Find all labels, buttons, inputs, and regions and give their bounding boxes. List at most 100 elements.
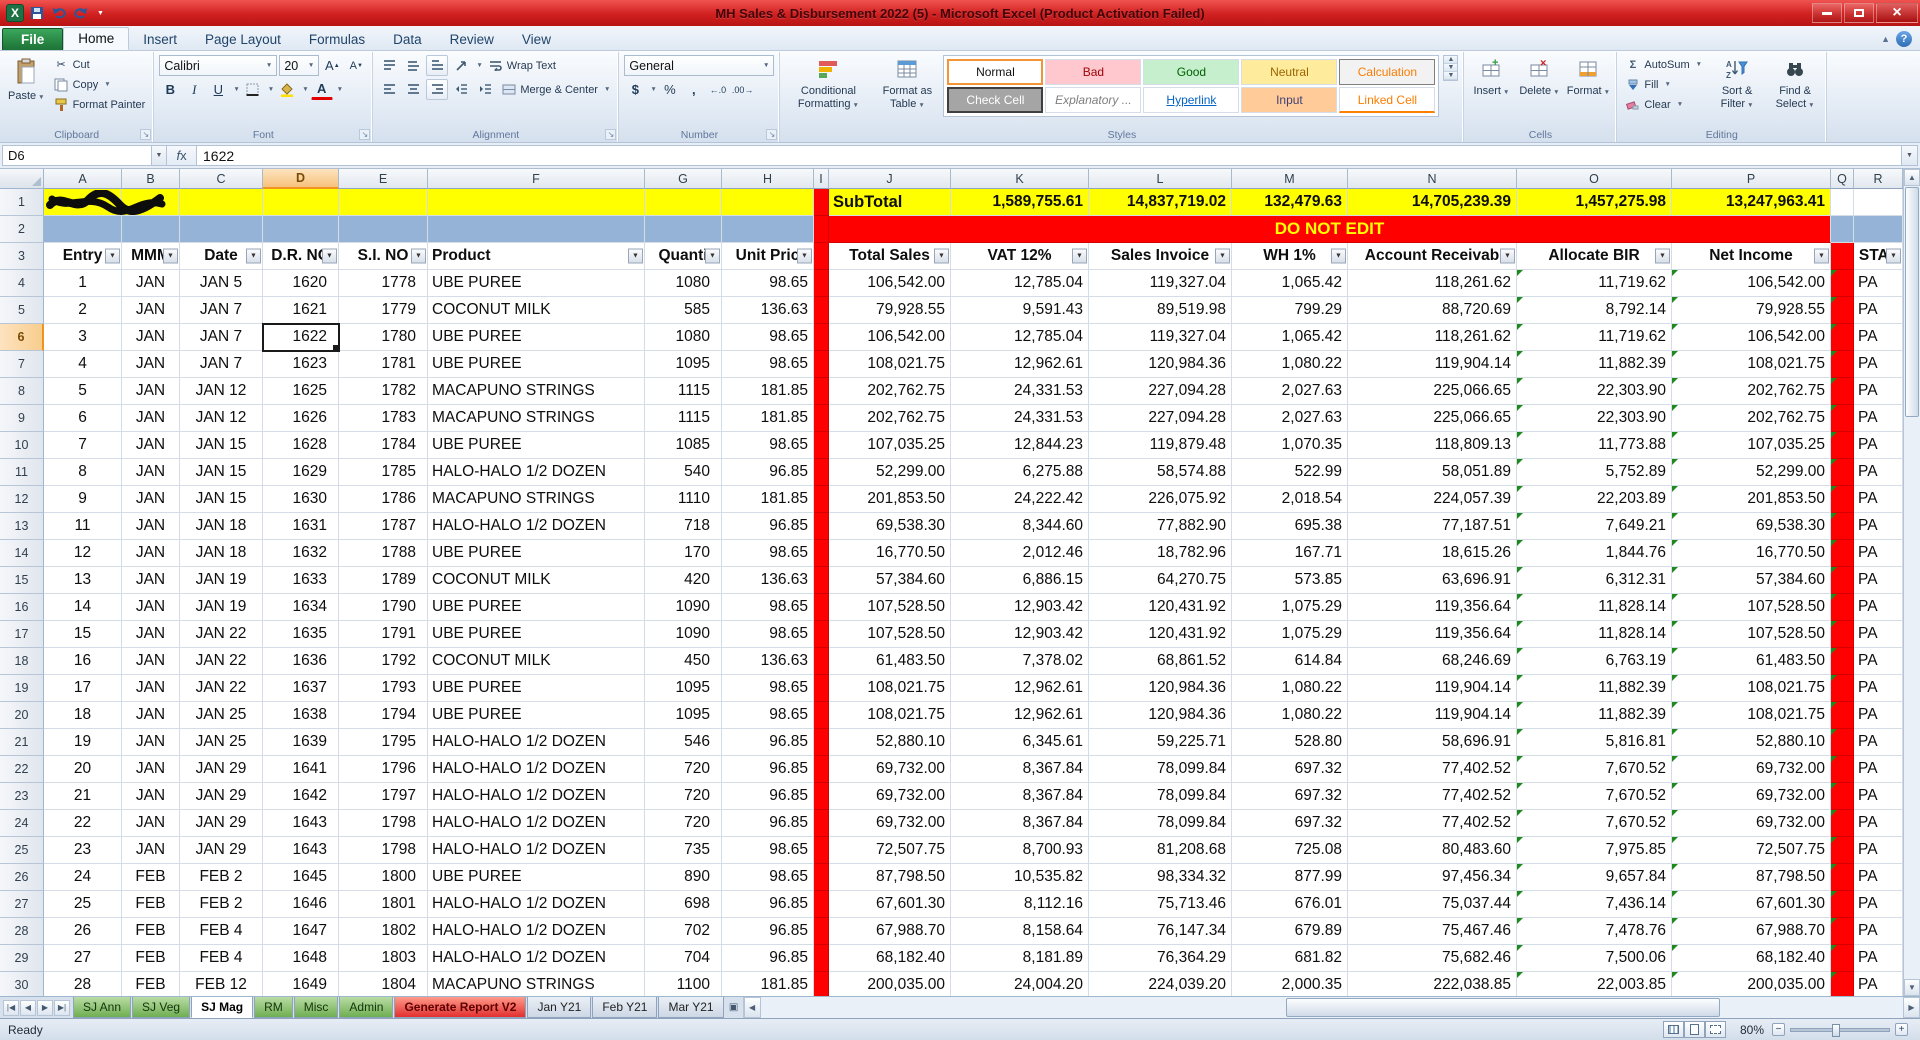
grid-cell[interactable]: 1095 <box>645 675 722 702</box>
grid-cell[interactable]: 9 <box>44 486 122 513</box>
grid-cell[interactable]: 75,037.44 <box>1348 891 1517 918</box>
row-header-19[interactable]: 19 <box>0 675 44 702</box>
grid-cell[interactable]: JAN <box>122 567 180 594</box>
grid-cell[interactable]: 107,035.25 <box>829 432 951 459</box>
row-header-9[interactable]: 9 <box>0 405 44 432</box>
sheet-tab-mar-y21[interactable]: Mar Y21 <box>658 997 724 1018</box>
bold-button[interactable]: B <box>159 79 181 100</box>
grid-cell[interactable]: UBE PUREE <box>428 270 645 297</box>
grid-cell[interactable]: 1632 <box>263 540 339 567</box>
grid-cell[interactable]: 98,334.32 <box>1089 864 1232 891</box>
clear-button[interactable]: Clear ▼ <box>1622 95 1705 114</box>
grid-cell[interactable]: 22,303.90 <box>1517 378 1672 405</box>
grid-cell[interactable]: 522.99 <box>1232 459 1348 486</box>
filter-dropdown-icon[interactable]: ▼ <box>105 248 120 264</box>
grid-cell[interactable] <box>1831 648 1854 675</box>
grid-cell[interactable]: MACAPUNO STRINGS <box>428 405 645 432</box>
grid-cell[interactable]: 12,962.61 <box>951 351 1089 378</box>
grid-cell[interactable]: 12,962.61 <box>951 702 1089 729</box>
grid-cell[interactable]: 1797 <box>339 783 428 810</box>
minimize-button[interactable] <box>1812 3 1842 23</box>
grid-cell[interactable] <box>814 918 829 945</box>
grow-font-button[interactable]: A ▲ <box>321 55 343 76</box>
fill-color-dropdown-icon[interactable]: ▼ <box>302 86 308 93</box>
grid-cell[interactable] <box>428 189 645 216</box>
align-bottom-button[interactable] <box>426 55 449 76</box>
font-size-select[interactable]: 20 ▼ <box>279 55 320 76</box>
grid-cell[interactable]: JAN <box>122 783 180 810</box>
filter-dropdown-icon[interactable]: ▼ <box>1655 248 1670 264</box>
undo-icon[interactable] <box>50 4 68 22</box>
grid-cell[interactable]: 12 <box>44 540 122 567</box>
grid-cell[interactable]: 58,051.89 <box>1348 459 1517 486</box>
grid-cell[interactable]: 63,696.91 <box>1348 567 1517 594</box>
grid-cell[interactable] <box>814 891 829 918</box>
tab-insert[interactable]: Insert <box>129 29 191 50</box>
grid-cell[interactable]: PA <box>1854 891 1903 918</box>
dialog-launcher-icon[interactable]: ↘ <box>140 129 152 140</box>
grid-cell[interactable]: JAN 29 <box>180 837 263 864</box>
grid-cell[interactable] <box>814 810 829 837</box>
grid-cell[interactable] <box>814 783 829 810</box>
grid-cell[interactable]: 877.99 <box>1232 864 1348 891</box>
grid-cell[interactable]: JAN 29 <box>180 783 263 810</box>
column-header-O[interactable]: O <box>1517 169 1672 189</box>
grid-cell[interactable] <box>1854 189 1903 216</box>
sheet-tab-admin[interactable]: Admin <box>339 997 394 1018</box>
grid-cell[interactable]: 68,182.40 <box>829 945 951 972</box>
horizontal-scrollbar[interactable]: ◀ ▶ <box>742 997 1920 1018</box>
grid-cell[interactable]: 8,367.84 <box>951 810 1089 837</box>
filter-dropdown-icon[interactable]: ▼ <box>628 248 643 264</box>
grid-cell[interactable]: JAN <box>122 756 180 783</box>
grid-cell[interactable]: UBE PUREE <box>428 621 645 648</box>
merge-center-button[interactable]: Merge & Center ▼ <box>498 80 613 99</box>
cell-style-calculation[interactable]: Calculation <box>1339 59 1436 85</box>
grid-cell[interactable]: PA <box>1854 432 1903 459</box>
column-header-K[interactable]: K <box>951 169 1089 189</box>
grid-cell[interactable]: 6 <box>44 405 122 432</box>
grid-cell[interactable]: PA <box>1854 648 1903 675</box>
grid-cell[interactable]: 227,094.28 <box>1089 405 1232 432</box>
grid-cell[interactable]: 67,988.70 <box>1672 918 1831 945</box>
grid-cell[interactable]: 225,066.65 <box>1348 378 1517 405</box>
grid-cell[interactable]: 202,762.75 <box>829 405 951 432</box>
column-header-M[interactable]: M <box>1232 169 1348 189</box>
grid-cell[interactable]: MACAPUNO STRINGS <box>428 972 645 996</box>
grid-cell[interactable]: 98.65 <box>722 837 814 864</box>
sort-filter-button[interactable]: AZ Sort & Filter ▼ <box>1710 55 1764 114</box>
grid-cell[interactable]: JAN 18 <box>180 513 263 540</box>
grid-cell[interactable]: 19 <box>44 729 122 756</box>
grid-cell[interactable]: 1803 <box>339 945 428 972</box>
grid-cell[interactable]: JAN <box>122 702 180 729</box>
grid-cell[interactable]: 87,798.50 <box>1672 864 1831 891</box>
grid-cell[interactable] <box>263 216 339 243</box>
grid-cell[interactable] <box>180 216 263 243</box>
grid-cell[interactable]: 6,763.19 <box>1517 648 1672 675</box>
grid-cell[interactable] <box>1831 513 1854 540</box>
grid-cell[interactable]: 202,762.75 <box>1672 378 1831 405</box>
grid-cell[interactable]: 119,904.14 <box>1348 351 1517 378</box>
column-header-F[interactable]: F <box>428 169 645 189</box>
grid-cell[interactable]: JAN <box>122 648 180 675</box>
grid-cell[interactable]: PA <box>1854 837 1903 864</box>
align-left-button[interactable] <box>378 79 400 100</box>
grid-cell[interactable]: 24,222.42 <box>951 486 1089 513</box>
grid-cell[interactable] <box>44 189 122 216</box>
grid-cell[interactable]: 12,962.61 <box>951 675 1089 702</box>
grid-cell[interactable]: 2,012.46 <box>951 540 1089 567</box>
grid-cell[interactable]: 79,928.55 <box>1672 297 1831 324</box>
first-sheet-icon[interactable]: |◀ <box>3 999 19 1016</box>
grid-cell[interactable]: 23 <box>44 837 122 864</box>
grid-cell[interactable]: 1802 <box>339 918 428 945</box>
grid-cell[interactable]: 96.85 <box>722 513 814 540</box>
grid-cell[interactable]: 96.85 <box>722 459 814 486</box>
grid-cell[interactable] <box>1831 432 1854 459</box>
grid-cell[interactable]: 1781 <box>339 351 428 378</box>
grid-cell[interactable]: 107,035.25 <box>1672 432 1831 459</box>
grid-cell[interactable]: 7,649.21 <box>1517 513 1672 540</box>
grid-cell[interactable]: JAN 22 <box>180 675 263 702</box>
grid-cell[interactable]: PA <box>1854 459 1903 486</box>
grid-cell[interactable]: PA <box>1854 405 1903 432</box>
grid-cell[interactable] <box>1831 216 1854 243</box>
grid-cell[interactable]: 695.38 <box>1232 513 1348 540</box>
